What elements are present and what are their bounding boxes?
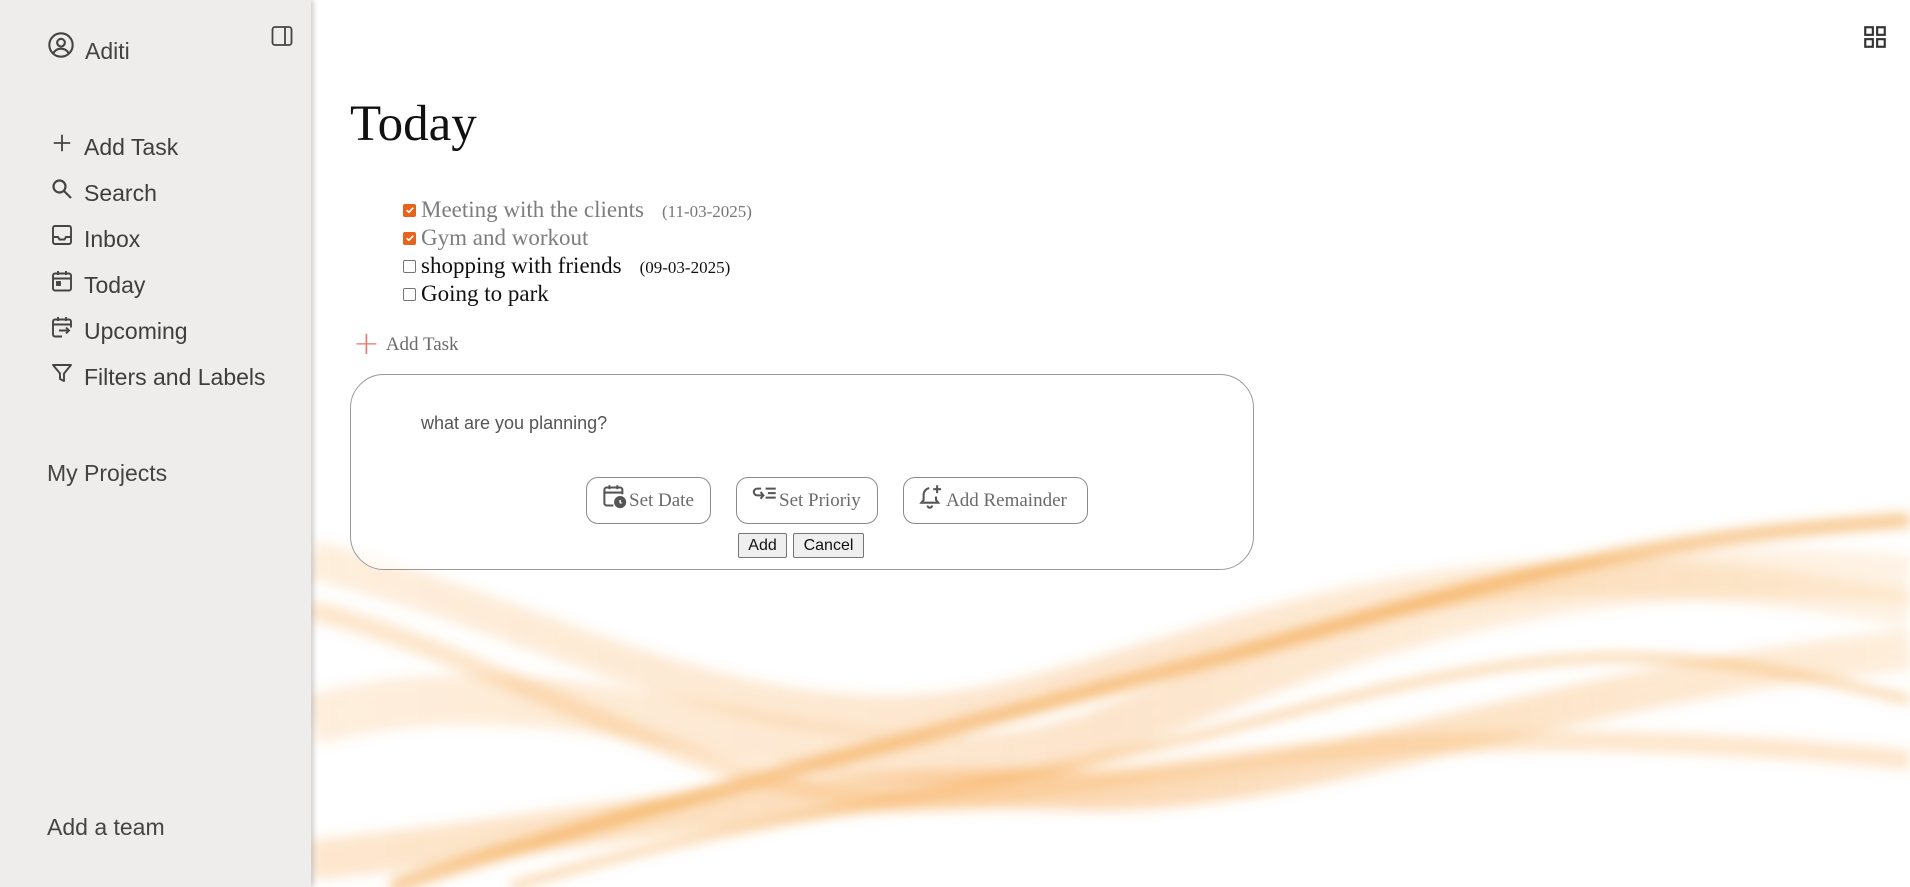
user-profile[interactable]: Aditi <box>47 30 130 65</box>
bell-plus-icon <box>918 483 945 510</box>
add-task-button[interactable]: + Add Task <box>353 324 459 362</box>
calendar-upcoming-icon <box>48 313 76 341</box>
sidebar-item-label: Today <box>84 272 146 298</box>
add-reminder-button[interactable]: Add Remainder <box>903 477 1088 524</box>
list-item: Gym and workout <box>403 224 752 252</box>
sidebar-item-inbox[interactable]: Inbox <box>48 224 141 253</box>
set-priority-button[interactable]: Set Prioriy <box>736 477 878 524</box>
main-content: Today Meeting with the clients (11-03-20… <box>311 0 1910 887</box>
task-date: (11-03-2025) <box>661 201 752 221</box>
add-button[interactable]: Add <box>738 533 787 558</box>
task-checkbox[interactable] <box>403 287 416 301</box>
calendar-clock-icon <box>601 483 628 510</box>
task-label: Going to park <box>421 281 549 306</box>
plus-icon <box>48 129 76 157</box>
search-icon <box>48 175 76 203</box>
task-checkbox[interactable] <box>403 203 416 217</box>
view-grid-button[interactable] <box>1862 24 1888 55</box>
task-title-input[interactable] <box>419 412 923 435</box>
inbox-icon <box>48 221 76 249</box>
grid-icon <box>1862 26 1888 54</box>
sidebar-item-upcoming[interactable]: Upcoming <box>48 316 188 345</box>
sidebar: Aditi Add Task Search Inbox Today Upcomi… <box>0 0 311 887</box>
add-task-form: Set Date Set Prioriy Add Remainder Add C… <box>350 374 1254 570</box>
list-item: Going to park <box>403 280 752 308</box>
add-reminder-label: Add Remainder <box>946 489 1067 511</box>
list-item: shopping with friends (09-03-2025) <box>403 252 752 280</box>
user-name: Aditi <box>85 38 130 64</box>
sidebar-item-add-task[interactable]: Add Task <box>48 134 178 161</box>
set-date-button[interactable]: Set Date <box>586 477 711 524</box>
task-label: Meeting with the clients <box>421 197 644 222</box>
task-checkbox[interactable] <box>403 231 416 245</box>
sidebar-item-label: Upcoming <box>84 318 188 344</box>
add-task-label: Add Task <box>385 334 459 355</box>
user-circle-icon <box>47 31 75 64</box>
priority-list-icon <box>751 483 778 510</box>
cancel-button[interactable]: Cancel <box>793 533 864 558</box>
page-title: Today <box>350 96 477 152</box>
sidebar-item-label: Inbox <box>84 226 141 252</box>
calendar-icon <box>48 267 76 295</box>
filter-icon <box>48 359 76 387</box>
sidebar-item-label: Add Task <box>84 134 179 160</box>
sidebar-panel-icon <box>270 26 294 52</box>
task-checkbox[interactable] <box>403 259 416 273</box>
task-label: Gym and workout <box>421 225 589 250</box>
sidebar-toggle-button[interactable] <box>270 24 294 53</box>
sidebar-item-filters-labels[interactable]: Filters and Labels <box>48 363 266 391</box>
list-item: Meeting with the clients (11-03-2025) <box>403 196 752 224</box>
sidebar-item-label: Search <box>84 180 157 206</box>
set-priority-label: Set Prioriy <box>779 489 861 511</box>
plus-icon: + <box>353 324 380 362</box>
my-projects-link[interactable]: My Projects <box>47 460 167 487</box>
task-label: shopping with friends <box>421 253 622 278</box>
add-team-link[interactable]: Add a team <box>47 814 165 841</box>
sidebar-item-label: Filters and Labels <box>84 364 266 390</box>
task-date: (09-03-2025) <box>639 257 731 277</box>
set-date-label: Set Date <box>629 489 694 511</box>
sidebar-item-today[interactable]: Today <box>48 270 146 299</box>
sidebar-item-search[interactable]: Search <box>48 178 157 207</box>
task-list: Meeting with the clients (11-03-2025) Gy… <box>403 196 752 308</box>
